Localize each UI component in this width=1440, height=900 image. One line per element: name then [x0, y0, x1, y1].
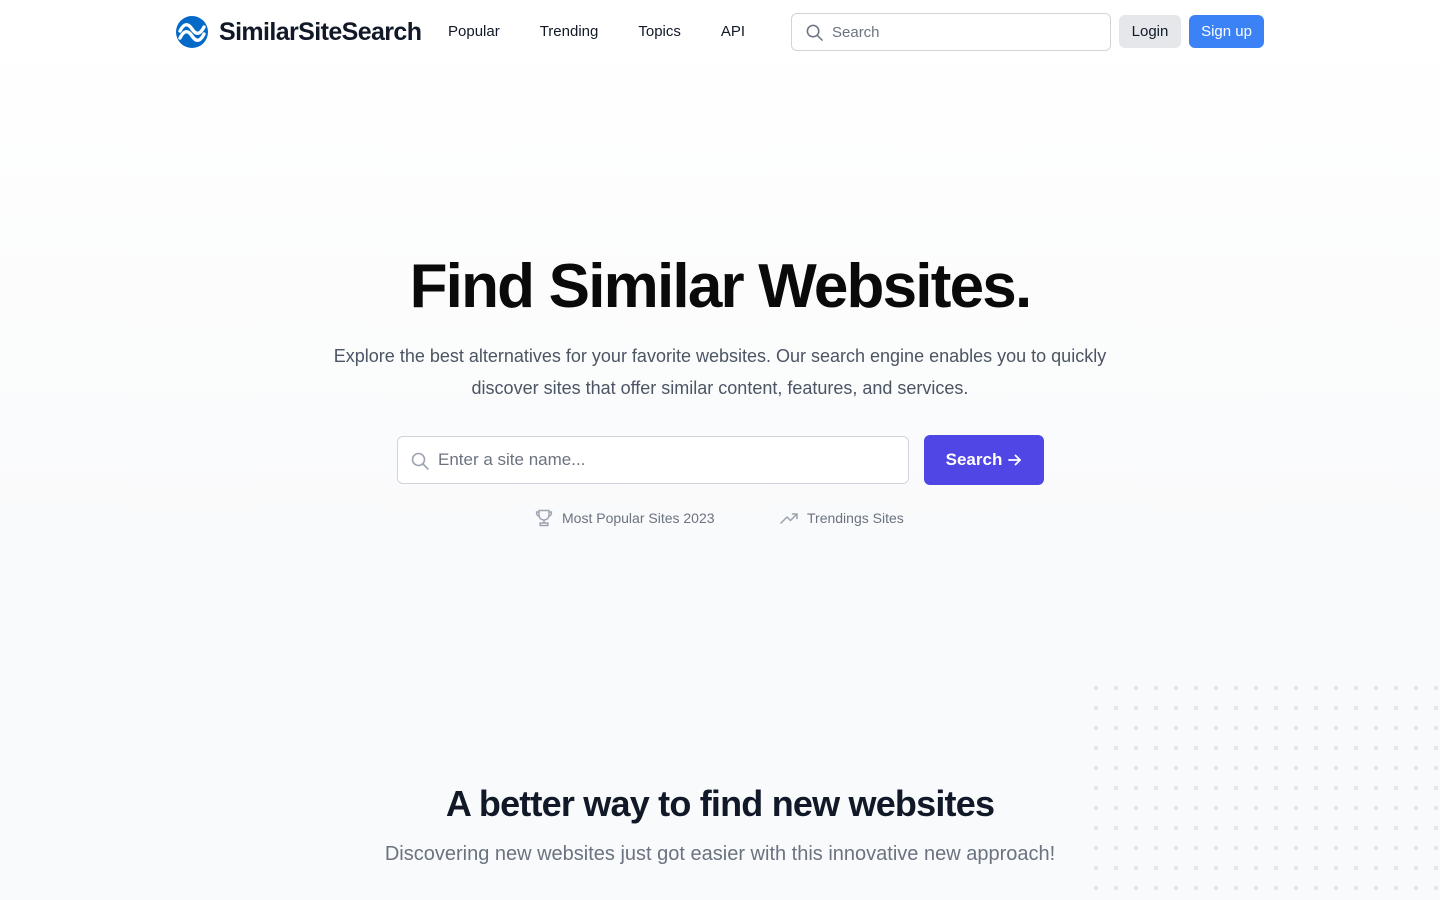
section-subtitle: Discovering new websites just got easier… — [384, 843, 1056, 865]
login-button[interactable]: Login — [1119, 15, 1181, 48]
site-header: SimilarSiteSearch Popular Trending Topic… — [0, 0, 1440, 64]
site-name-input[interactable] — [398, 437, 908, 483]
quick-links: Most Popular Sites 2023 Trendings Sites — [0, 506, 1440, 530]
trending-up-icon — [780, 513, 798, 524]
header-search-input[interactable] — [792, 14, 1110, 50]
search-button[interactable]: Search — [924, 435, 1044, 485]
logo-icon — [176, 16, 208, 48]
trending-sites-label: Trendings Sites — [807, 510, 904, 526]
nav-item-topics[interactable]: Topics — [638, 20, 681, 44]
trending-sites-link[interactable]: Trendings Sites — [779, 506, 904, 530]
hero-title: Find Similar Websites. — [409, 252, 1033, 321]
main-nav: Popular Trending Topics API — [448, 20, 785, 44]
trophy-icon — [535, 509, 553, 527]
search-button-label: Search — [945, 450, 1003, 469]
hero-search — [397, 436, 909, 484]
most-popular-link[interactable]: Most Popular Sites 2023 — [534, 506, 715, 530]
search-icon — [806, 24, 823, 41]
arrow-right-icon — [1008, 454, 1022, 466]
brand-name: SimilarSiteSearch — [219, 17, 422, 46]
nav-item-trending[interactable]: Trending — [540, 20, 599, 44]
most-popular-label: Most Popular Sites 2023 — [562, 510, 715, 526]
hero-subtitle: Explore the best alternatives for your f… — [333, 346, 1107, 398]
logo-link[interactable]: SimilarSiteSearch — [175, 14, 422, 50]
nav-item-api[interactable]: API — [721, 20, 745, 44]
header-search — [791, 13, 1111, 51]
nav-item-popular[interactable]: Popular — [448, 20, 500, 44]
section-title: A better way to find new websites — [445, 783, 995, 824]
search-icon — [411, 452, 429, 470]
signup-button[interactable]: Sign up — [1189, 15, 1264, 48]
